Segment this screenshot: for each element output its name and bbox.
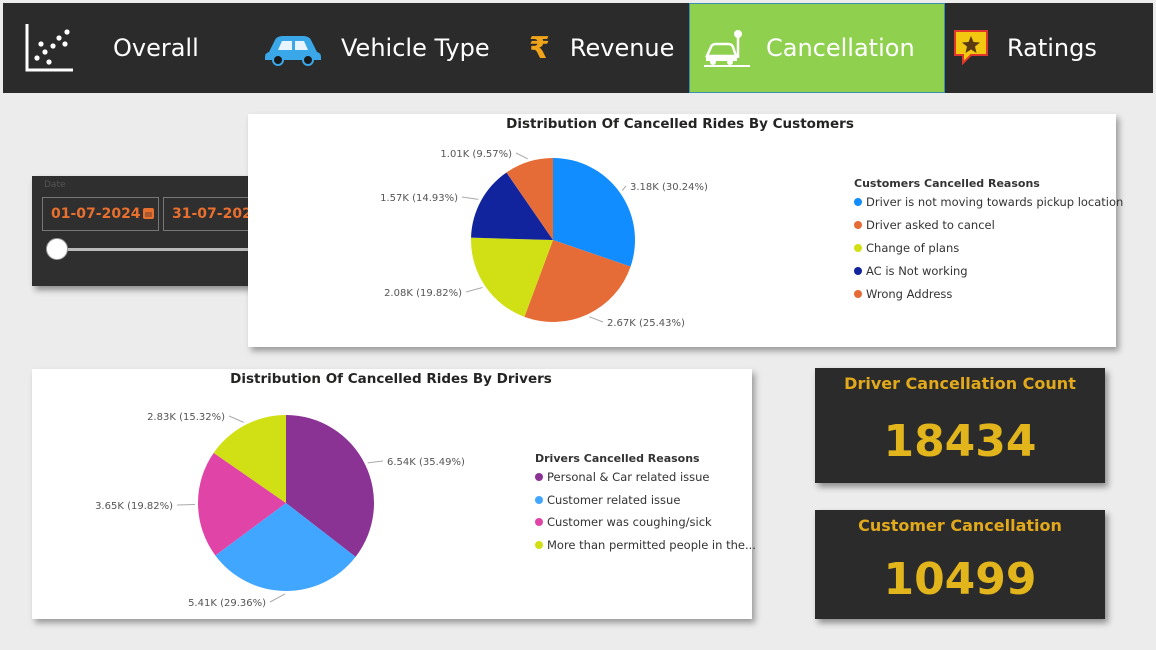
driver-cancellation-kpi-card: Driver Cancellation Count 18434 xyxy=(815,368,1105,483)
legend-item[interactable]: AC is Not working xyxy=(854,264,968,278)
legend-label: Driver asked to cancel xyxy=(866,218,995,232)
tab-overall-label: Overall xyxy=(113,34,199,62)
customer-cancellation-chart: Distribution Of Cancelled Rides By Custo… xyxy=(248,114,1123,347)
tab-vehicle-type-label: Vehicle Type xyxy=(341,34,490,62)
legend-label: Personal & Car related issue xyxy=(547,470,710,484)
tab-cancellation[interactable]: Cancellation xyxy=(689,3,945,93)
legend-label: More than permitted people in the... xyxy=(547,537,756,552)
driver-cancellation-kpi-value: 18434 xyxy=(883,416,1037,467)
driver-legend-title: Drivers Cancelled Reasons xyxy=(535,452,700,465)
legend-item[interactable]: Driver is not moving towards pickup loca… xyxy=(854,195,1123,209)
date-slicer-label: Date xyxy=(44,180,66,190)
pie-leader-line xyxy=(589,316,604,323)
scatter-chart-icon xyxy=(23,22,75,74)
pie-leader-line xyxy=(465,287,483,293)
customer-legend-title: Customers Cancelled Reasons xyxy=(854,177,1040,190)
customer-cancellation-kpi-value: 10499 xyxy=(883,554,1037,605)
pie-data-label: 3.18K (30.24%) xyxy=(630,182,708,193)
pie-data-label: 6.54K (35.49%) xyxy=(387,457,465,468)
legend-label: Driver is not moving towards pickup loca… xyxy=(866,195,1124,209)
tab-revenue-label: Revenue xyxy=(569,34,675,62)
start-date-input[interactable]: 01-07-2024 xyxy=(42,197,159,231)
legend-item[interactable]: Wrong Address xyxy=(854,287,952,301)
legend-label: Customer related issue xyxy=(547,492,681,507)
pie-leader-line xyxy=(621,185,627,191)
pie-data-label: 1.01K (9.57%) xyxy=(440,149,512,160)
calendar-icon[interactable] xyxy=(143,208,154,219)
customer-cancellation-kpi-title: Customer Cancellation xyxy=(858,516,1062,535)
pie-data-label: 3.65K (19.82%) xyxy=(95,501,173,512)
date-slider-track[interactable] xyxy=(58,248,270,251)
driver-cancellation-chart: Distribution Of Cancelled Rides By Drive… xyxy=(32,369,756,619)
pie-data-label: 5.41K (29.36%) xyxy=(188,598,266,609)
tab-cancellation-label: Cancellation xyxy=(766,34,915,62)
pie-leader-line xyxy=(269,593,286,603)
pie-data-label: 2.08K (19.82%) xyxy=(384,288,462,299)
tab-revenue[interactable]: ₹ Revenue xyxy=(529,3,689,93)
pie-leader-line xyxy=(176,503,196,506)
legend-label: Customer was coughing/sick xyxy=(547,515,712,529)
top-nav-bar: Overall Vehicle Type ₹ Revenue Cancellat… xyxy=(3,3,1153,93)
legend-label: AC is Not working xyxy=(866,264,968,278)
star-icon xyxy=(949,27,993,69)
legend-dot xyxy=(535,540,543,549)
start-date-value: 01-07-2024 xyxy=(51,206,141,222)
tab-vehicle-type[interactable]: Vehicle Type xyxy=(263,3,503,93)
pie-data-label: 2.83K (15.32%) xyxy=(147,412,225,423)
legend-dot xyxy=(535,518,543,526)
driver-cancellation-kpi-title: Driver Cancellation Count xyxy=(844,374,1076,393)
legend-dot xyxy=(854,267,862,275)
tab-overall[interactable]: Overall xyxy=(23,3,223,93)
legend-label: Change of plans xyxy=(866,241,960,255)
pie-data-label: 1.57K (14.93%) xyxy=(380,193,458,204)
tab-ratings[interactable]: Ratings xyxy=(949,3,1149,93)
legend-label: Wrong Address xyxy=(866,287,953,301)
tab-ratings-label: Ratings xyxy=(1007,34,1097,62)
legend-item[interactable]: Customer related issue xyxy=(535,493,680,507)
pie-data-label: 2.67K (25.43%) xyxy=(607,318,685,329)
legend-item[interactable]: Personal & Car related issue xyxy=(535,470,710,484)
pie-leader-line xyxy=(228,415,244,423)
pie-leader-line xyxy=(461,196,479,200)
date-slider-start-handle[interactable] xyxy=(46,238,68,260)
legend-dot xyxy=(854,221,862,229)
legend-item[interactable]: More than permitted people in the... xyxy=(535,538,756,552)
rupee-icon: ₹ xyxy=(529,30,550,66)
legend-dot xyxy=(854,198,862,206)
pie-leader-line xyxy=(515,152,528,160)
customer-cancellation-kpi-card: Customer Cancellation 10499 xyxy=(815,510,1105,619)
pie-leader-line xyxy=(367,460,384,464)
legend-item[interactable]: Driver asked to cancel xyxy=(854,218,995,232)
legend-dot xyxy=(854,244,862,252)
legend-dot xyxy=(854,290,862,298)
car-icon xyxy=(263,30,323,66)
legend-item[interactable]: Customer was coughing/sick xyxy=(535,515,712,529)
legend-dot xyxy=(535,495,543,504)
legend-item[interactable]: Change of plans xyxy=(854,241,959,255)
legend-dot xyxy=(535,473,543,481)
car-cancel-icon xyxy=(704,28,750,68)
